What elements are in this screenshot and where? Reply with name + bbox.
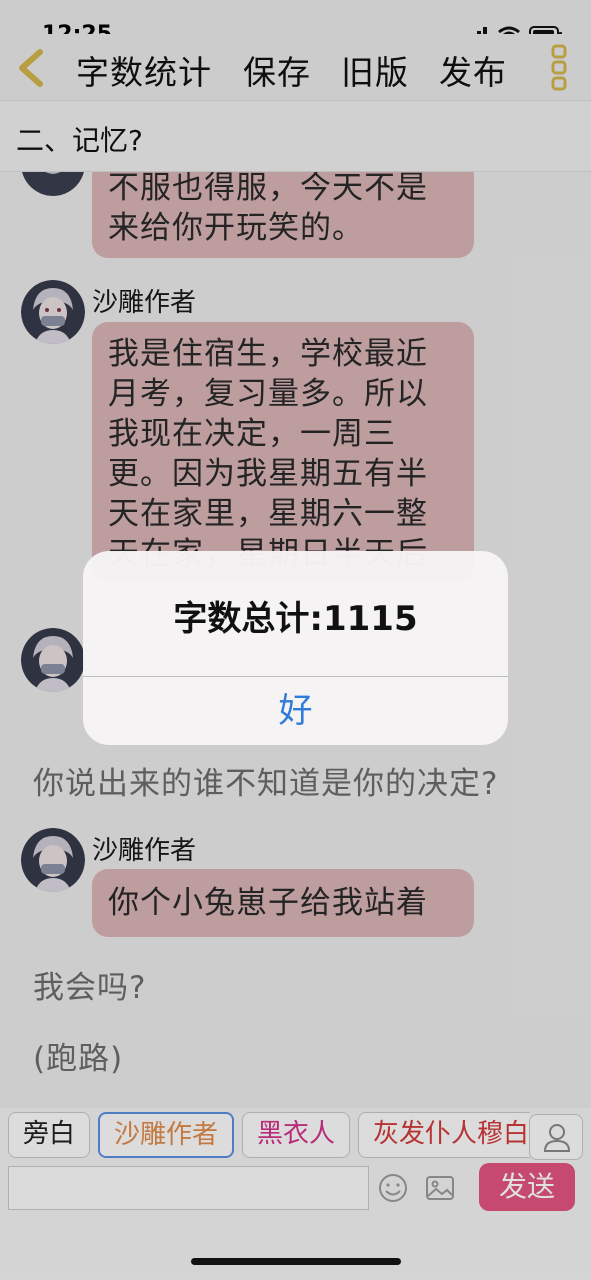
back-icon[interactable] — [14, 48, 48, 88]
role-tab-narrator[interactable]: 旁白 — [8, 1112, 91, 1158]
status-bar: 12:25 — [0, 0, 591, 47]
narration-text[interactable]: 你说出来的谁不知道是你的决定? — [33, 758, 498, 803]
alert-ok-button[interactable]: 好 — [83, 677, 508, 745]
role-tabs[interactable]: 旁白 沙雕作者 黑衣人 灰发仆人穆白 — [8, 1112, 530, 1160]
chapter-title[interactable]: 二、记忆? — [16, 119, 143, 159]
word-count-button[interactable]: 字数统计 — [76, 46, 212, 94]
publish-button[interactable]: 发布 — [439, 46, 507, 94]
role-tab-author[interactable]: 沙雕作者 — [98, 1112, 235, 1158]
nav-bar: 字数统计 保存 旧版 发布 — [0, 34, 591, 100]
add-role-button[interactable] — [529, 1114, 583, 1160]
character-portrait — [21, 280, 85, 344]
emoji-icon[interactable] — [377, 1172, 409, 1204]
old-version-button[interactable]: 旧版 — [341, 46, 409, 94]
avatar[interactable] — [21, 628, 85, 692]
sender-name: 沙雕作者 — [92, 836, 197, 866]
avatar[interactable] — [21, 828, 85, 892]
more-icon[interactable] — [550, 44, 570, 92]
avatar[interactable] — [21, 172, 85, 196]
send-button[interactable]: 发送 — [479, 1163, 575, 1211]
home-indicator — [191, 1258, 401, 1265]
chapter-title-bar: 二、记忆? — [0, 100, 591, 172]
role-tab-servant[interactable]: 灰发仆人穆白 — [358, 1112, 530, 1158]
narration-text[interactable]: (跑路) — [33, 1033, 123, 1078]
role-tab-black-clothes[interactable]: 黑衣人 — [242, 1112, 351, 1158]
sender-name: 沙雕作者 — [92, 288, 197, 318]
message-input[interactable] — [8, 1166, 369, 1210]
input-toolbar: 旁白 沙雕作者 黑衣人 灰发仆人穆白 发送 — [0, 1108, 591, 1280]
narration-text[interactable]: 我会吗? — [33, 962, 146, 1007]
message-bubble[interactable]: 你个小兔崽子给我站着 — [92, 869, 474, 937]
alert-title: 字数总计:1115 — [173, 599, 418, 639]
word-count-alert: 字数总计:1115 好 — [83, 551, 508, 745]
message-bubble[interactable]: 不服也得服，今天不是 来给你开玩笑的。 — [92, 172, 474, 258]
image-icon[interactable] — [424, 1172, 456, 1204]
person-icon — [543, 1124, 571, 1152]
save-button[interactable]: 保存 — [243, 46, 311, 94]
message-bubble[interactable]: 我是住宿生，学校最近 月考，复习量多。所以 我现在决定，一周三 更。因为我星期五… — [92, 322, 474, 582]
avatar[interactable] — [21, 280, 85, 344]
